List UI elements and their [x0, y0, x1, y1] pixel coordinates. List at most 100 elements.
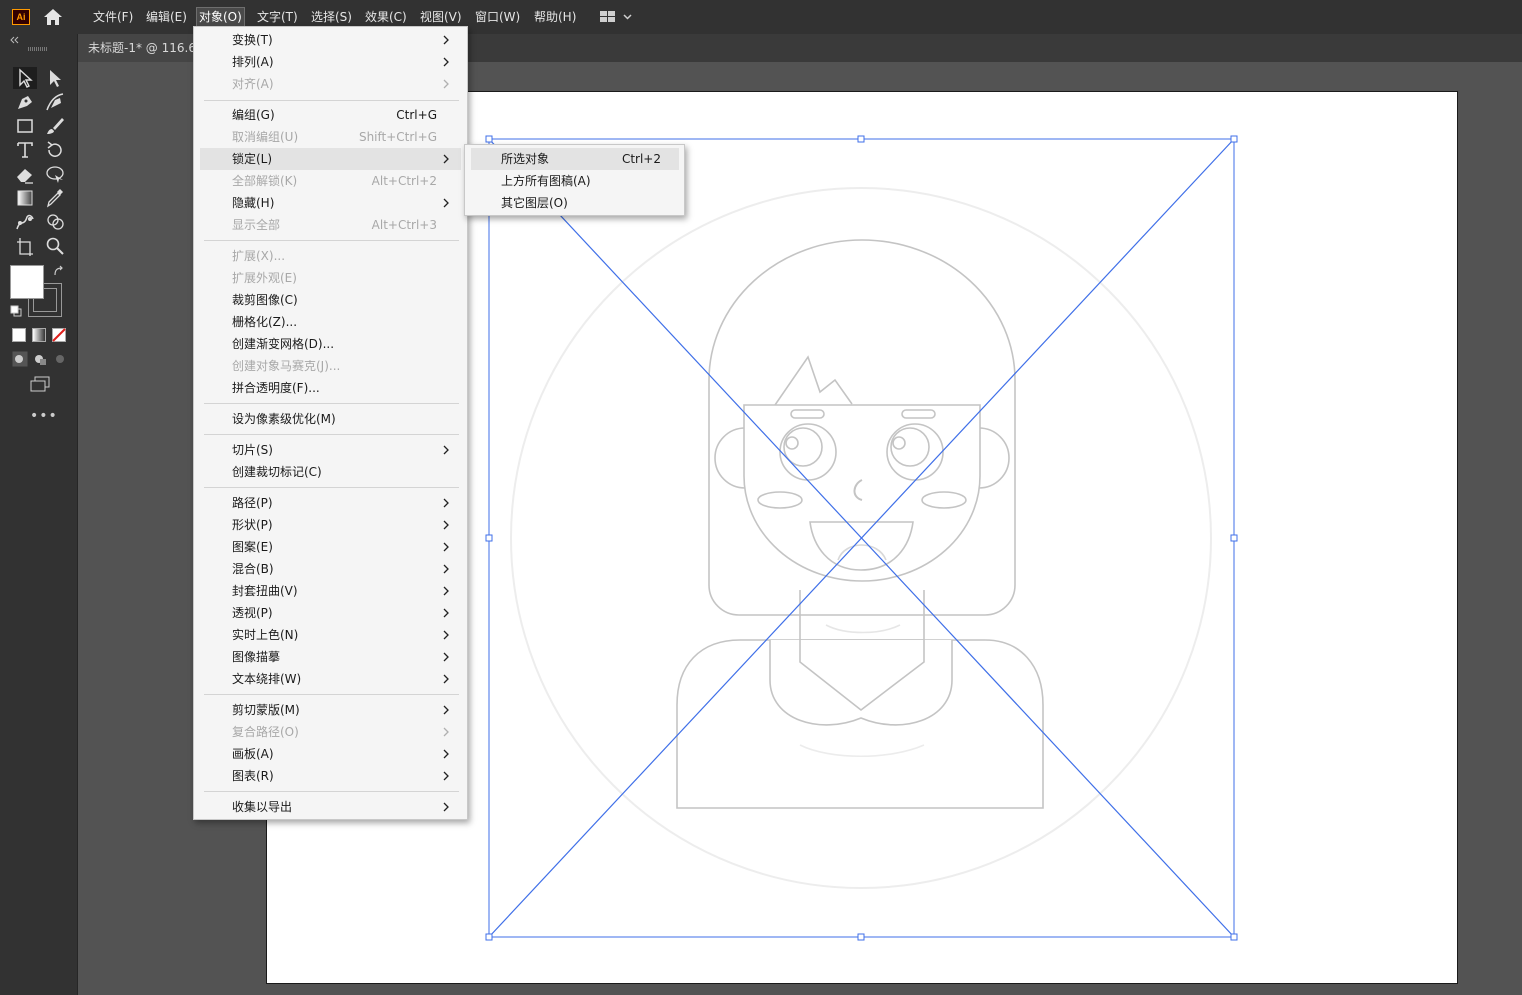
handle-top-middle[interactable] — [857, 135, 865, 143]
menu-item-label: 变换(T) — [232, 33, 273, 47]
handle-bottom-right[interactable] — [1230, 933, 1238, 941]
menu-item-shortcut: Alt+Ctrl+2 — [371, 174, 437, 188]
chevron-right-icon — [443, 154, 449, 164]
object-menu-image-trace[interactable]: 图像描摹 — [200, 646, 461, 668]
object-menu-group[interactable]: 编组(G) Ctrl+G — [200, 104, 461, 126]
object-menu-clipping-mask[interactable]: 剪切蒙版(M) — [200, 699, 461, 721]
menu-item-label: 对齐(A) — [232, 77, 274, 91]
object-menu-expand-appearance: 扩展外观(E) — [200, 267, 461, 289]
object-menu-shape[interactable]: 形状(P) — [200, 514, 461, 536]
object-menu-pattern[interactable]: 图案(E) — [200, 536, 461, 558]
object-menu-flatten-transparency[interactable]: 拼合透明度(F)... — [200, 377, 461, 399]
object-menu-collect-for-export[interactable]: 收集以导出 — [200, 796, 461, 818]
chevron-right-icon — [443, 705, 449, 715]
menu-item-label: 编组(G) — [232, 108, 275, 122]
menu-item-label: 图像描摹 — [232, 650, 281, 664]
object-menu-graph[interactable]: 图表(R) — [200, 765, 461, 787]
object-menu-blend[interactable]: 混合(B) — [200, 558, 461, 580]
object-menu-transform[interactable]: 变换(T) — [200, 29, 461, 51]
handle-bottom-middle[interactable] — [857, 933, 865, 941]
menu-item-shortcut: Ctrl+G — [396, 108, 437, 122]
chevron-right-icon — [443, 542, 449, 552]
object-menu-slice[interactable]: 切片(S) — [200, 439, 461, 461]
handle-top-right[interactable] — [1230, 135, 1238, 143]
object-menu-pixel-perfect[interactable]: 设为像素级优化(M) — [200, 408, 461, 430]
menu-item-label: 透视(P) — [232, 606, 273, 620]
menu-item-label: 裁剪图像(C) — [232, 293, 298, 307]
menu-item-label: 图表(R) — [232, 769, 274, 783]
chevron-right-icon — [443, 520, 449, 530]
chevron-right-icon — [443, 445, 449, 455]
menu-item-label: 创建裁切标记(C) — [232, 465, 322, 479]
object-menu-path[interactable]: 路径(P) — [200, 492, 461, 514]
chevron-right-icon — [443, 749, 449, 759]
chevron-right-icon — [443, 771, 449, 781]
object-menu-lock[interactable]: 锁定(L) — [200, 148, 461, 170]
menu-item-label: 显示全部 — [232, 218, 281, 232]
menu-item-label: 混合(B) — [232, 562, 274, 576]
object-menu-crop-image[interactable]: 裁剪图像(C) — [200, 289, 461, 311]
lock-other-layers[interactable]: 其它图层(O) — [471, 192, 679, 214]
chevron-right-icon — [443, 652, 449, 662]
chevron-right-icon — [443, 586, 449, 596]
handle-middle-left[interactable] — [485, 534, 493, 542]
menu-item-label: 实时上色(N) — [232, 628, 299, 642]
object-menu-envelope-distort[interactable]: 封套扭曲(V) — [200, 580, 461, 602]
menu-item-label: 画板(A) — [232, 747, 274, 761]
fill-color-swatch[interactable] — [10, 265, 44, 299]
menu-item-label: 上方所有图稿(A) — [501, 174, 591, 188]
object-menu-live-paint[interactable]: 实时上色(N) — [200, 624, 461, 646]
handle-bottom-left[interactable] — [485, 933, 493, 941]
object-menu-text-wrap[interactable]: 文本绕排(W) — [200, 668, 461, 690]
menu-item-label: 图案(E) — [232, 540, 273, 554]
object-menu-rasterize[interactable]: 栅格化(Z)... — [200, 311, 461, 333]
object-menu-gradient-mesh[interactable]: 创建渐变网格(D)... — [200, 333, 461, 355]
lock-all-artwork-above[interactable]: 上方所有图稿(A) — [471, 170, 679, 192]
chevron-right-icon — [443, 498, 449, 508]
menu-separator — [204, 100, 459, 101]
menu-item-label: 其它图层(O) — [501, 196, 568, 210]
menu-separator — [204, 791, 459, 792]
chevron-right-icon — [443, 79, 449, 89]
menu-item-shortcut: Ctrl+2 — [621, 152, 661, 166]
menu-separator — [204, 240, 459, 241]
object-menu-show-all: 显示全部 Alt+Ctrl+3 — [200, 214, 461, 236]
chevron-right-icon — [443, 630, 449, 640]
object-menu-trim-marks[interactable]: 创建裁切标记(C) — [200, 461, 461, 483]
menu-item-label: 切片(S) — [232, 443, 273, 457]
menu-item-label: 设为像素级优化(M) — [232, 412, 336, 426]
object-menu-expand: 扩展(X)... — [200, 245, 461, 267]
menu-separator — [204, 434, 459, 435]
object-menu-arrange[interactable]: 排列(A) — [200, 51, 461, 73]
lock-selection[interactable]: 所选对象 Ctrl+2 — [471, 148, 679, 170]
menu-separator — [204, 403, 459, 404]
chevron-right-icon — [443, 802, 449, 812]
menu-item-label: 路径(P) — [232, 496, 273, 510]
object-menu-dropdown: 变换(T) 排列(A) 对齐(A) 编组(G) Ctrl+G 取消编组(U) S… — [193, 26, 468, 820]
handle-middle-right[interactable] — [1230, 534, 1238, 542]
chevron-right-icon — [443, 608, 449, 618]
object-menu-artboards[interactable]: 画板(A) — [200, 743, 461, 765]
menu-item-label: 剪切蒙版(M) — [232, 703, 300, 717]
collar-shadow — [799, 744, 925, 758]
menu-separator — [204, 694, 459, 695]
menu-item-label: 收集以导出 — [232, 800, 293, 814]
handle-top-left[interactable] — [485, 135, 493, 143]
chevron-right-icon — [443, 564, 449, 574]
menu-item-label: 排列(A) — [232, 55, 274, 69]
menu-item-label: 形状(P) — [232, 518, 273, 532]
menu-item-label: 隐藏(H) — [232, 196, 275, 210]
neck-shadow — [825, 624, 901, 634]
chevron-right-icon — [443, 727, 449, 737]
chevron-right-icon — [443, 198, 449, 208]
menu-separator — [204, 487, 459, 488]
menu-item-label: 创建对象马赛克(J)... — [232, 359, 341, 373]
menu-item-label: 拼合透明度(F)... — [232, 381, 320, 395]
menu-item-label: 全部解锁(K) — [232, 174, 298, 188]
object-menu-compound-path: 复合路径(O) — [200, 721, 461, 743]
menu-item-label: 取消编组(U) — [232, 130, 299, 144]
chevron-right-icon — [443, 57, 449, 67]
selection-bounding-box[interactable] — [485, 135, 1238, 941]
object-menu-hide[interactable]: 隐藏(H) — [200, 192, 461, 214]
object-menu-perspective[interactable]: 透视(P) — [200, 602, 461, 624]
